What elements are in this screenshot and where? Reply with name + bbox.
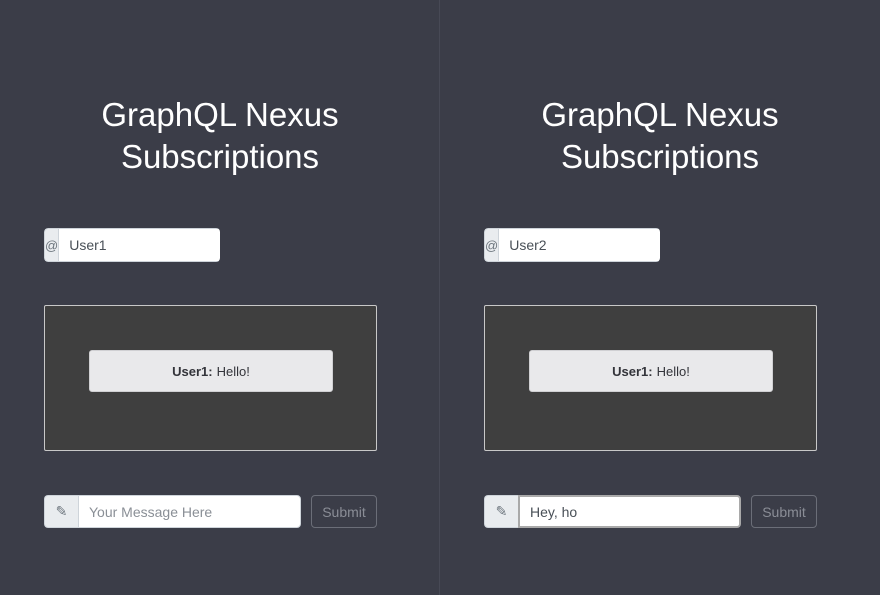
title-line-1: GraphQL Nexus [101, 96, 339, 133]
chat-pane-user1: GraphQL Nexus Subscriptions @ User1: Hel… [0, 0, 440, 595]
pencil-icon: ✎ [484, 495, 518, 528]
message-input[interactable] [78, 495, 301, 528]
submit-button[interactable]: Submit [311, 495, 377, 528]
app-window: GraphQL Nexus Subscriptions @ User1: Hel… [0, 0, 880, 595]
message-item: User1: Hello! [89, 350, 333, 392]
title-line-1: GraphQL Nexus [541, 96, 779, 133]
page-title: GraphQL Nexus Subscriptions [0, 94, 440, 178]
message-text: Hello! [216, 363, 250, 379]
message-list: User1: Hello! [44, 305, 377, 451]
message-input[interactable] [518, 495, 741, 528]
at-icon: @ [484, 228, 499, 262]
pencil-icon: ✎ [44, 495, 78, 528]
submit-button[interactable]: Submit [751, 495, 817, 528]
username-input[interactable] [498, 228, 660, 262]
compose-group: ✎ Submit [484, 495, 817, 528]
username-input[interactable] [58, 228, 220, 262]
message-author: User1: [612, 363, 653, 379]
title-line-2: Subscriptions [120, 138, 320, 175]
message-item: User1: Hello! [529, 350, 773, 392]
at-icon: @ [44, 228, 59, 262]
compose-group: ✎ Submit [44, 495, 377, 528]
message-text: Hello! [656, 363, 690, 379]
message-author: User1: [172, 363, 213, 379]
username-group: @ [484, 228, 660, 262]
message-list: User1: Hello! [484, 305, 817, 451]
page-title: GraphQL Nexus Subscriptions [440, 94, 880, 178]
username-group: @ [44, 228, 220, 262]
chat-pane-user2: GraphQL Nexus Subscriptions @ User1: Hel… [440, 0, 880, 595]
title-line-2: Subscriptions [560, 138, 760, 175]
